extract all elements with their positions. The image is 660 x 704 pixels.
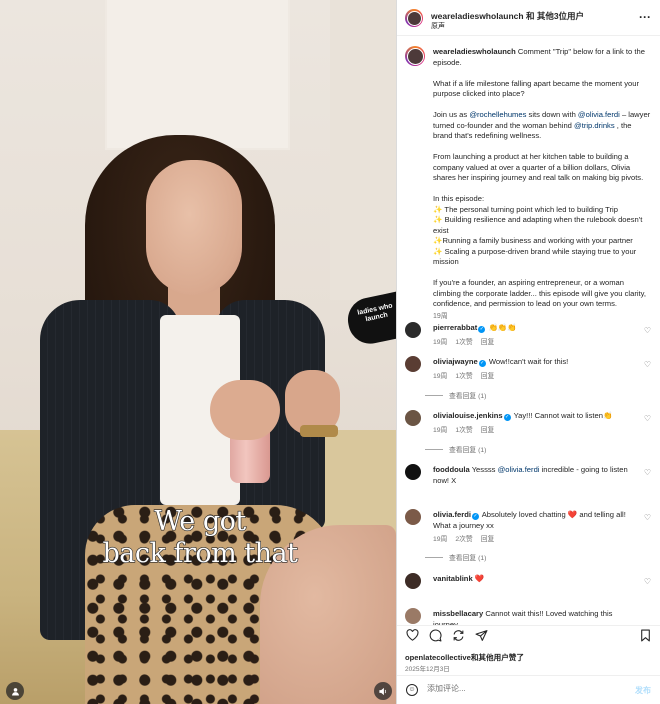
reply-button[interactable]: 回复 — [481, 373, 495, 380]
comment-username[interactable]: olivia.ferdi — [433, 510, 471, 519]
comment-avatar[interactable] — [405, 410, 421, 426]
heart-icon[interactable] — [405, 629, 419, 645]
caption-avatar[interactable] — [405, 46, 425, 66]
verified-icon: ✓ — [478, 326, 486, 333]
header-username[interactable]: weareladieswholaunch — [431, 11, 524, 21]
comment-avatar[interactable] — [405, 608, 421, 624]
comment-time[interactable]: 19周 — [433, 427, 447, 434]
header-username-line: weareladieswholaunch 和 其他3位用户 — [431, 10, 584, 22]
comment-text: Wow!!can't wait for this! — [488, 357, 569, 366]
comments-scroll[interactable]: weareladieswholaunch Comment "Trip" belo… — [397, 37, 660, 625]
comment-avatar[interactable] — [405, 464, 421, 480]
view-replies-label: 查看回复 (1) — [449, 393, 487, 400]
comment-icon[interactable] — [428, 629, 442, 645]
post-comment-button[interactable]: 发布 — [635, 685, 651, 696]
more-icon[interactable]: ··· — [639, 11, 651, 23]
user-icon — [11, 687, 19, 696]
caption-episode-list: In this episode: ✨ The personal turning … — [433, 194, 643, 266]
comment-text: 👏👏👏 — [488, 323, 517, 332]
watch — [300, 425, 338, 437]
view-replies-label: 查看回复 (1) — [449, 555, 487, 562]
verified-icon: ✓ — [471, 513, 479, 520]
comment-username[interactable]: oliviajwayne — [433, 357, 478, 366]
bookmark-icon[interactable] — [640, 629, 651, 645]
caption-text: weareladieswholaunch Comment "Trip" belo… — [433, 47, 653, 323]
mention-rochellehumes[interactable]: @rochellehumes — [469, 110, 526, 119]
mention-trip-drinks[interactable]: @trip.drinks — [574, 121, 615, 130]
post-header: weareladieswholaunch 和 其他3位用户 原声 ··· — [397, 0, 660, 36]
heart-icon[interactable]: ♡ — [644, 326, 651, 335]
caption-time[interactable]: 19周 — [433, 312, 653, 323]
video-caption: We got back from that — [70, 505, 330, 570]
comment-time[interactable]: 19周 — [433, 536, 447, 543]
post-actions: openlatecollective和其他用户赞了 2025年12月3日 — [397, 625, 660, 673]
view-replies-button[interactable]: 查看回复 (1) — [425, 444, 486, 454]
repost-icon[interactable] — [451, 629, 465, 645]
comment-username[interactable]: vanitablink — [433, 574, 473, 583]
caption-question: What if a life milestone falling apart b… — [433, 78, 639, 99]
view-replies-label: 查看回复 (1) — [449, 447, 487, 454]
tagged-users-button[interactable] — [6, 682, 24, 700]
caption-line-1: We got — [154, 505, 247, 537]
comment-time[interactable]: 19周 — [433, 373, 447, 380]
view-replies-button[interactable]: 查看回复 (1) — [425, 390, 486, 400]
woman-face — [146, 160, 242, 295]
heart-icon[interactable]: ♡ — [644, 360, 651, 369]
comment-time[interactable]: 19周 — [433, 339, 447, 346]
caption-para3: From launching a product at her kitchen … — [433, 152, 644, 182]
comment-username[interactable]: missbellacary — [433, 609, 483, 618]
post-panel: weareladieswholaunch 和 其他3位用户 原声 ··· wea… — [396, 0, 660, 704]
comment-likes[interactable]: 2次赞 — [455, 536, 472, 543]
comment-text: ❤️ — [474, 574, 485, 583]
comment-avatar[interactable] — [405, 356, 421, 372]
heart-icon[interactable]: ♡ — [644, 513, 651, 522]
original-audio[interactable]: 原声 — [431, 21, 445, 31]
comment-avatar[interactable] — [405, 509, 421, 525]
mention-olivia-ferdi[interactable]: @olivia.ferdi — [578, 110, 620, 119]
view-replies-button[interactable]: 查看回复 (1) — [425, 552, 486, 562]
comment-bar: ☺ 发布 — [397, 675, 660, 704]
caption-join-prefix: Join us as — [433, 110, 470, 119]
wall-panel — [105, 0, 290, 150]
comment-avatar[interactable] — [405, 322, 421, 338]
wall-strip — [330, 0, 396, 300]
heart-icon[interactable]: ♡ — [644, 414, 651, 423]
comment-mention[interactable]: @olivia.ferdi — [498, 465, 540, 474]
comment-username[interactable]: fooddoula — [433, 465, 470, 474]
video-player[interactable]: TR ladies who launch We got back from th… — [0, 0, 396, 704]
comment-likes[interactable]: 1次赞 — [455, 373, 472, 380]
comment-text: Yay!!! Cannot wait to listen👏 — [513, 411, 613, 420]
comment-username[interactable]: pierrerabbat — [433, 323, 477, 332]
caption-join-mid: sits down with — [526, 110, 578, 119]
reply-button[interactable]: 回复 — [481, 427, 495, 434]
sound-toggle-button[interactable] — [374, 682, 392, 700]
heart-icon[interactable]: ♡ — [644, 468, 651, 477]
liked-by[interactable]: openlatecollective和其他用户赞了 — [405, 652, 524, 663]
verified-icon: ✓ — [503, 414, 511, 421]
comment-username[interactable]: olivialouise.jenkins — [433, 411, 503, 420]
reply-button[interactable]: 回复 — [481, 339, 495, 346]
post-date[interactable]: 2025年12月3日 — [405, 663, 450, 673]
author-avatar[interactable] — [405, 9, 423, 27]
woman-hand — [210, 380, 280, 440]
comment-avatar[interactable] — [405, 573, 421, 589]
caption-line-2: back from that — [102, 537, 299, 569]
emoji-icon[interactable]: ☺ — [406, 684, 418, 696]
reply-button[interactable]: 回复 — [481, 536, 495, 543]
verified-icon: ✓ — [478, 360, 486, 367]
comment-input[interactable] — [427, 684, 607, 693]
comment-likes[interactable]: 1次赞 — [455, 339, 472, 346]
comment-text-pre: Yessss — [471, 465, 498, 474]
header-collab[interactable]: 和 其他3位用户 — [526, 11, 584, 21]
speaker-icon — [379, 687, 387, 695]
caption-para5: If you're a founder, an aspiring entrepr… — [433, 278, 647, 308]
comment-likes[interactable]: 1次赞 — [455, 427, 472, 434]
share-icon[interactable] — [474, 629, 488, 645]
caption-username[interactable]: weareladieswholaunch — [433, 47, 516, 56]
heart-icon[interactable]: ♡ — [644, 577, 651, 586]
